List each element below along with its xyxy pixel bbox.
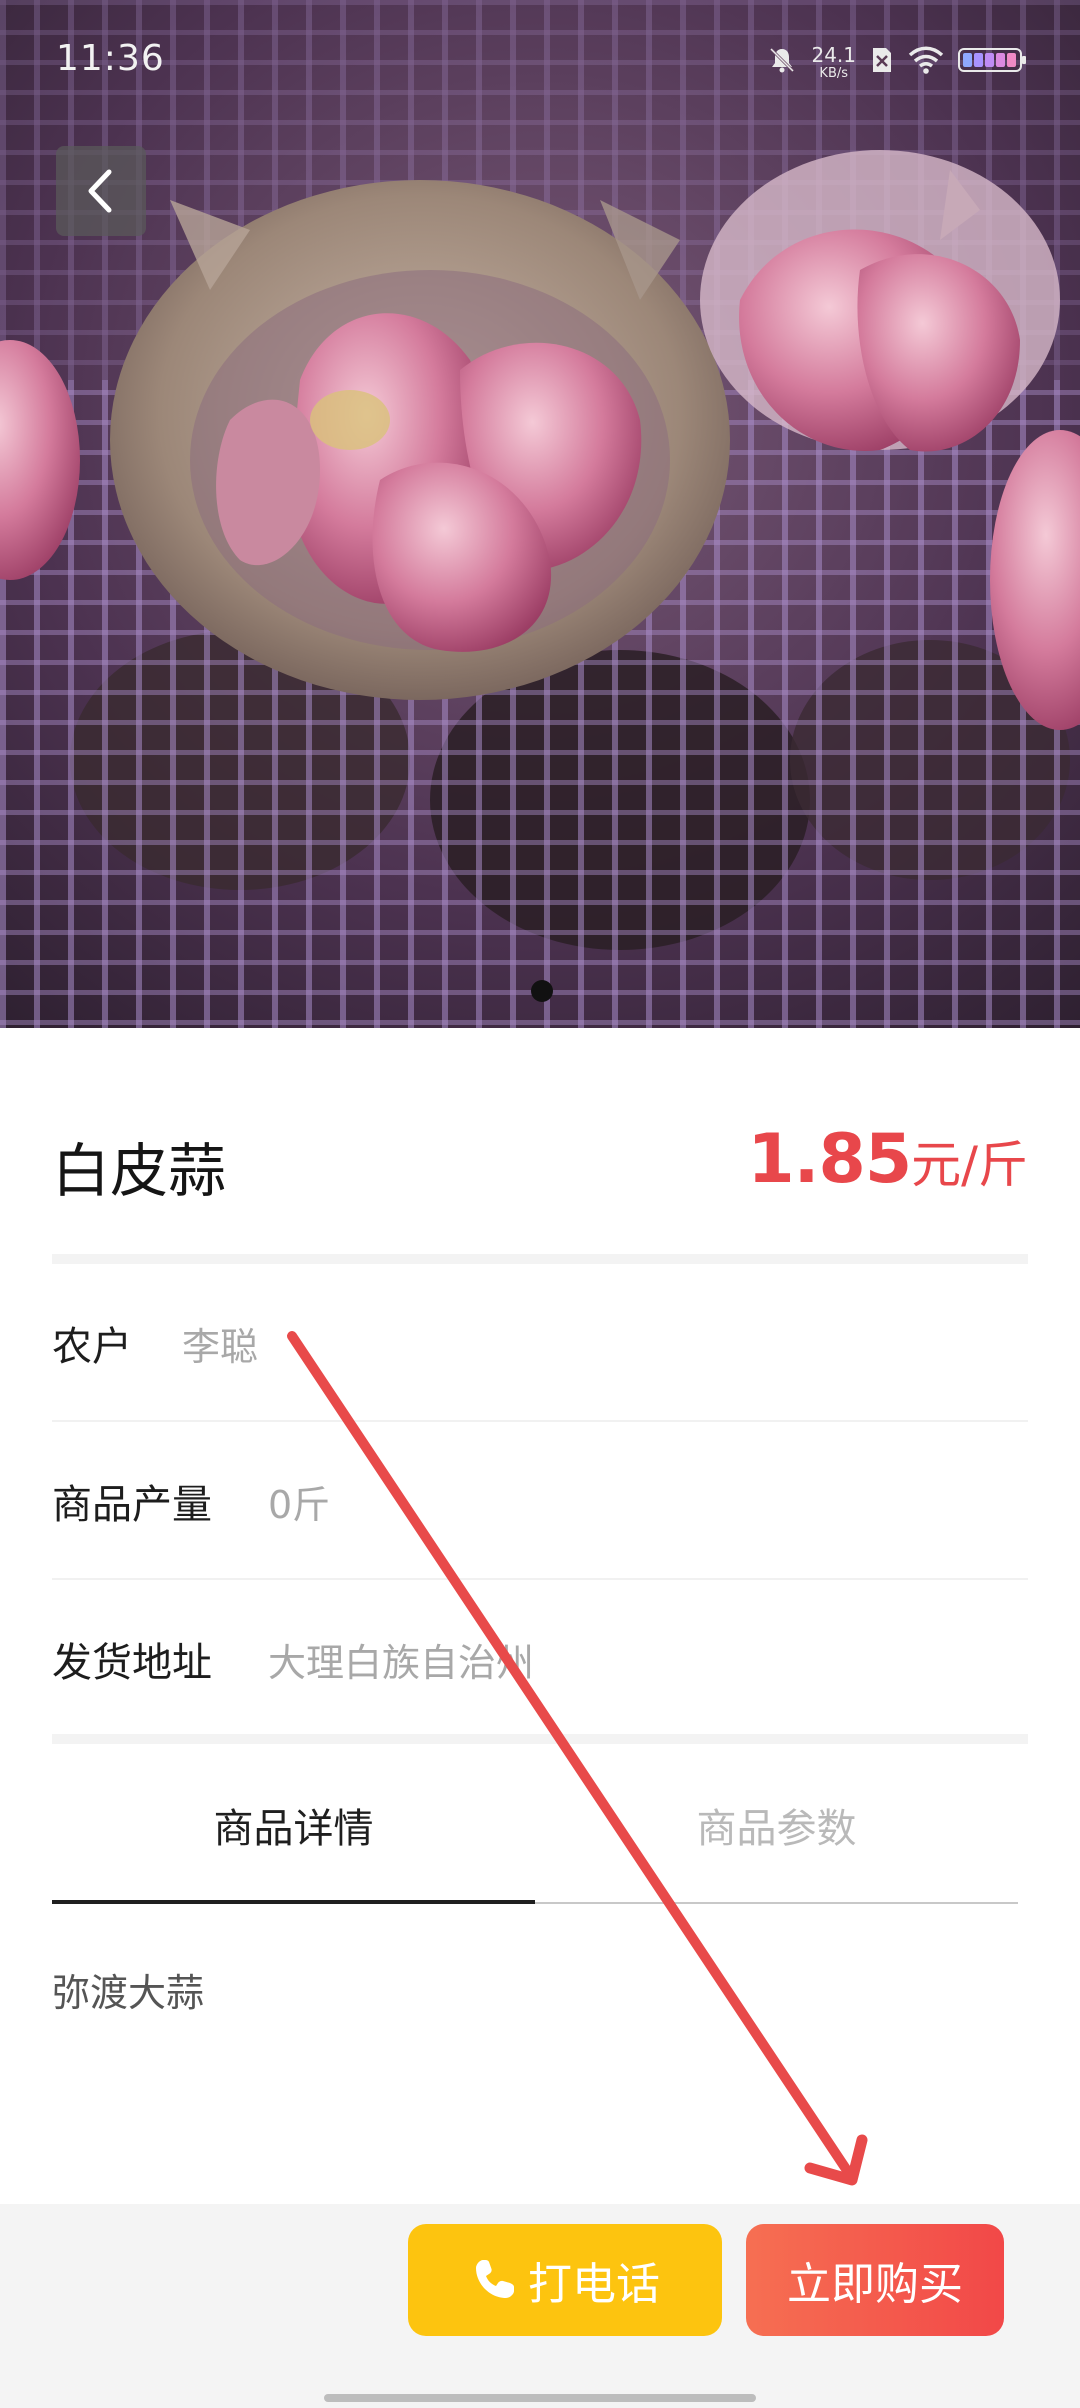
buy-now-button[interactable]: 立即购买: [746, 2224, 1004, 2336]
mute-bell-icon: [767, 45, 797, 79]
garlic-photo: [0, 0, 1080, 1028]
price-value: 1.85: [747, 1120, 912, 1199]
phone-icon: [476, 2260, 514, 2298]
status-time: 11:36: [56, 38, 165, 79]
product-name: 白皮蒜: [52, 1137, 227, 1205]
detail-tabs: 商品详情 商品参数: [52, 1748, 1018, 1904]
carousel-indicator-dot: [531, 980, 553, 1002]
call-button-label: 打电话: [528, 2259, 660, 2310]
back-button[interactable]: [56, 146, 146, 236]
product-header: 白皮蒜 1.85元/斤: [52, 1110, 1028, 1210]
network-speed: 24.1 KB/s: [811, 45, 856, 80]
address-label: 发货地址: [52, 1640, 212, 1686]
address-value: 大理白族自治州: [268, 1641, 535, 1685]
tab-product-params[interactable]: 商品参数: [535, 1748, 1018, 1902]
sim-off-icon: [870, 45, 894, 79]
section-divider: [52, 1734, 1028, 1744]
tab-product-details[interactable]: 商品详情: [52, 1748, 535, 1902]
product-description: 弥渡大蒜: [52, 1971, 205, 2015]
yield-value: 0斤: [268, 1483, 331, 1527]
tab-active-indicator: [52, 1900, 535, 1904]
info-row-address: 发货地址 大理白族自治州: [52, 1580, 1028, 1736]
product-price: 1.85元/斤: [747, 1120, 1028, 1199]
wifi-icon: [908, 45, 944, 79]
status-icons: 24.1 KB/s: [767, 40, 1028, 84]
home-indicator[interactable]: [324, 2394, 756, 2402]
price-unit: 元/斤: [911, 1136, 1028, 1194]
call-button[interactable]: 打电话: [408, 2224, 722, 2336]
product-detail-screen: 11:36 24.1 KB/s 白皮蒜 1.85元/斤 农户 李聪 商品产量 0…: [0, 0, 1080, 2408]
buy-now-label: 立即购买: [787, 2259, 963, 2310]
farmer-label: 农户: [52, 1324, 132, 1370]
yield-label: 商品产量: [52, 1482, 212, 1528]
network-speed-value: 24.1: [811, 42, 856, 67]
battery-icon: [958, 45, 1028, 79]
network-speed-unit: KB/s: [819, 65, 849, 81]
chevron-left-icon: [88, 169, 112, 213]
farmer-value: 李聪: [182, 1325, 259, 1369]
status-bar: 11:36 24.1 KB/s: [0, 0, 1080, 120]
product-image[interactable]: [0, 0, 1080, 1028]
info-row-yield: 商品产量 0斤: [52, 1422, 1028, 1580]
section-divider: [52, 1254, 1028, 1264]
bottom-action-bar: 打电话 立即购买: [0, 2204, 1080, 2408]
info-row-farmer: 农户 李聪: [52, 1264, 1028, 1422]
